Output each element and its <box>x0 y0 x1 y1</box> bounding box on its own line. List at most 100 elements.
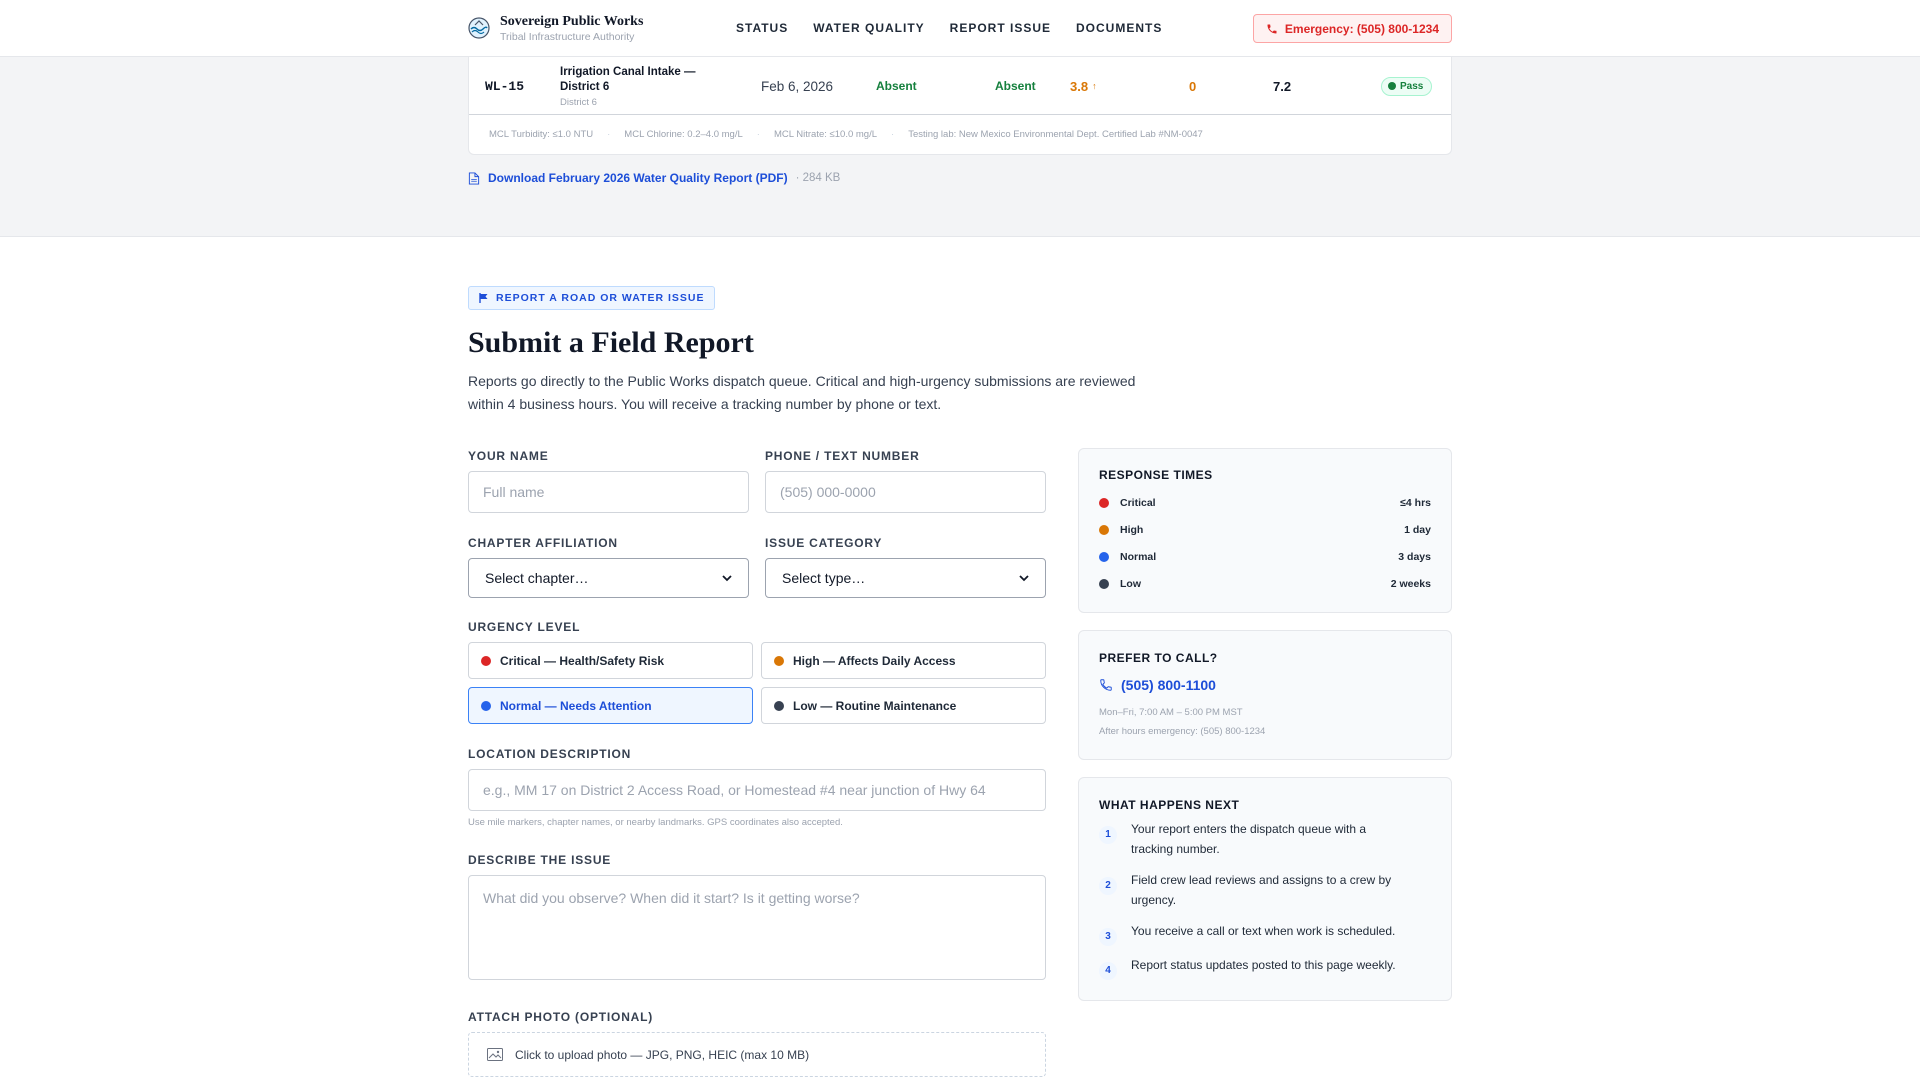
urgency-normal[interactable]: Normal — Needs Attention <box>468 687 753 724</box>
location-name: Irrigation Canal Intake — District 6 <box>560 65 696 93</box>
emergency-button[interactable]: Emergency: (505) 800-1234 <box>1252 14 1452 43</box>
name-input[interactable] <box>468 471 749 513</box>
high-dot-icon <box>774 655 784 666</box>
section-tag: REPORT A ROAD OR WATER ISSUE <box>468 286 716 310</box>
download-link[interactable]: Download February 2026 Water Quality Rep… <box>488 171 788 185</box>
phone-input[interactable] <box>765 471 1046 513</box>
step-number: 2 <box>1099 877 1117 895</box>
status-label: Pass <box>1400 80 1424 92</box>
response-time: 1 day <box>1404 524 1431 536</box>
urgency-normal-label: Normal — Needs Attention <box>500 698 652 713</box>
site-id-cell: WL-15 <box>485 57 524 115</box>
document-icon <box>468 171 480 185</box>
category-label: ISSUE CATEGORY <box>765 536 883 550</box>
prefer-to-call-card: PREFER TO CALL? (505) 800-1100 Mon–Fri, … <box>1078 630 1452 760</box>
chlorine-value: 3.8 <box>1070 78 1089 94</box>
step-item: 1 Your report enters the dispatch queue … <box>1099 819 1411 859</box>
prefer-to-call-title: PREFER TO CALL? <box>1099 651 1218 665</box>
what-happens-next-card: WHAT HAPPENS NEXT 1 Your report enters t… <box>1078 777 1452 1001</box>
response-row-normal: Normal 3 days <box>1099 549 1431 565</box>
chapter-select-value: Select chapter… <box>485 570 589 586</box>
location-label: LOCATION DESCRIPTION <box>468 747 632 761</box>
ecoli-value: Absent <box>995 79 1036 93</box>
name-label: YOUR NAME <box>468 449 549 463</box>
call-phone-link[interactable]: (505) 800-1100 <box>1099 677 1216 693</box>
nav-status[interactable]: STATUS <box>736 21 788 35</box>
urgency-critical[interactable]: Critical — Health/Safety Risk <box>468 642 753 679</box>
call-after-hours: After hours emergency: (505) 800-1234 <box>1099 726 1266 737</box>
nav-water-quality[interactable]: WATER QUALITY <box>813 21 924 35</box>
critical-dot-icon <box>481 655 491 666</box>
emergency-label: Emergency: (505) 800-1234 <box>1284 21 1439 36</box>
brand[interactable]: Sovereign Public Works Tribal Infrastruc… <box>468 13 643 44</box>
photo-upload-label: Click to upload photo — JPG, PNG, HEIC (… <box>515 1047 810 1062</box>
response-time: 3 days <box>1398 551 1431 563</box>
chevron-down-icon <box>1019 575 1029 582</box>
describe-textarea[interactable] <box>468 875 1046 980</box>
urgency-critical-label: Critical — Health/Safety Risk <box>500 653 665 668</box>
location-cell: Irrigation Canal Intake — District 6 Dis… <box>560 57 710 115</box>
chlorine-cell: 3.8 ↑ <box>1070 57 1097 115</box>
step-text: Your report enters the dispatch queue wi… <box>1131 822 1367 856</box>
note-chlorine: MCL Chlorine: 0.2–4.0 mg/L <box>624 128 743 140</box>
call-phone-number: (505) 800-1100 <box>1121 677 1216 693</box>
header-inner: Sovereign Public Works Tribal Infrastruc… <box>468 0 1452 56</box>
what-happens-next-title: WHAT HAPPENS NEXT <box>1099 798 1240 812</box>
file-size: · 284 KB <box>795 172 841 184</box>
flag-icon <box>479 293 488 303</box>
nav-report-issue[interactable]: REPORT ISSUE <box>950 21 1051 35</box>
response-level: Critical <box>1120 497 1156 509</box>
critical-dot-icon <box>1099 498 1109 508</box>
page-title: Submit a Field Report <box>468 326 754 359</box>
status-badge: Pass <box>1381 76 1433 96</box>
step-item: 2 Field crew lead reviews and assigns to… <box>1099 870 1411 910</box>
urgency-high-label: High — Affects Daily Access <box>793 653 956 668</box>
location-input[interactable] <box>468 769 1046 811</box>
category-select[interactable]: Select type… <box>765 558 1046 598</box>
water-quality-section: WL-15 Irrigation Canal Intake — District… <box>0 57 1920 237</box>
response-level: High <box>1120 524 1144 536</box>
photo-label: ATTACH PHOTO (OPTIONAL) <box>468 1010 654 1024</box>
image-icon <box>487 1048 503 1061</box>
step-text: Field crew lead reviews and assigns to a… <box>1131 873 1392 907</box>
category-select-value: Select type… <box>782 570 866 586</box>
urgency-high[interactable]: High — Affects Daily Access <box>761 642 1046 679</box>
ph-cell: 7.2 <box>1273 57 1291 115</box>
step-number: 3 <box>1099 928 1117 946</box>
nitrate-value: 0 <box>1189 78 1197 94</box>
response-time: 2 weeks <box>1390 578 1431 590</box>
note-separator: · <box>891 128 895 140</box>
table-row: WL-15 Irrigation Canal Intake — District… <box>469 57 1451 115</box>
chapter-select[interactable]: Select chapter… <box>468 558 749 598</box>
response-times-title: RESPONSE TIMES <box>1099 468 1213 482</box>
photo-upload[interactable]: Click to upload photo — JPG, PNG, HEIC (… <box>468 1032 1046 1077</box>
ecoli-cell: Absent <box>995 57 1036 115</box>
section-tag-label: REPORT A ROAD OR WATER ISSUE <box>496 292 705 304</box>
check-icon <box>1388 82 1396 90</box>
logo-icon <box>468 17 490 39</box>
phone-label: PHONE / TEXT NUMBER <box>765 449 920 463</box>
urgency-label: URGENCY LEVEL <box>468 620 581 634</box>
response-row-critical: Critical ≤4 hrs <box>1099 495 1431 511</box>
step-number: 4 <box>1099 962 1117 980</box>
urgency-low[interactable]: Low — Routine Maintenance <box>761 687 1046 724</box>
coliform-value: Absent <box>876 79 917 93</box>
site-id: WL-15 <box>485 78 525 94</box>
call-hours: Mon–Fri, 7:00 AM – 5:00 PM MST <box>1099 707 1243 718</box>
coliform-cell: Absent <box>876 57 917 115</box>
step-number: 1 <box>1099 826 1117 844</box>
location-hint: Use mile markers, chapter names, or near… <box>468 817 843 828</box>
chevron-down-icon <box>722 575 732 582</box>
normal-dot-icon <box>1099 552 1109 562</box>
phone-icon <box>1267 24 1277 33</box>
nitrate-cell: 0 <box>1189 57 1196 115</box>
response-level: Normal <box>1120 551 1157 563</box>
nav-documents[interactable]: DOCUMENTS <box>1076 21 1162 35</box>
step-item: 4 Report status updates posted to this p… <box>1099 955 1411 980</box>
step-text: Report status updates posted to this pag… <box>1131 958 1396 972</box>
response-time: ≤4 hrs <box>1400 497 1431 509</box>
low-dot-icon <box>774 700 784 711</box>
location-district: District 6 <box>560 96 597 108</box>
trend-up-icon: ↑ <box>1092 81 1097 91</box>
brand-subtitle: Tribal Infrastructure Authority <box>500 30 635 43</box>
